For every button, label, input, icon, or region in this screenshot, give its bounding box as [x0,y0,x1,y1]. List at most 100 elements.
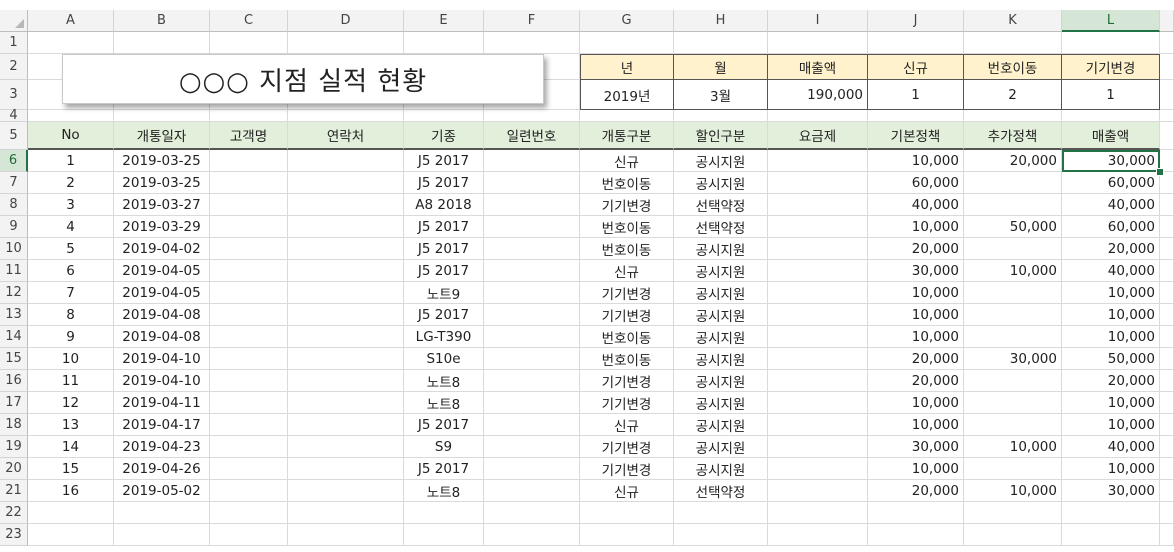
row-header-14[interactable]: 14 [0,326,28,348]
table-cell[interactable]: 20,000 [868,480,964,502]
table-cell[interactable]: 50,000 [1062,348,1160,370]
table-cell[interactable]: 50,000 [964,216,1062,238]
cell[interactable] [28,32,114,54]
table-cell[interactable]: 번호이동 [580,238,674,260]
table-cell[interactable]: 기기변경 [580,392,674,414]
table-cell[interactable]: 10,000 [868,458,964,480]
select-all-corner[interactable] [0,10,28,32]
table-cell[interactable]: 기기변경 [580,282,674,304]
cell[interactable] [1062,524,1160,546]
cell[interactable] [580,524,674,546]
table-cell[interactable] [210,304,288,326]
cell[interactable] [288,32,404,54]
table-cell[interactable] [484,172,580,194]
table-cell[interactable]: 60,000 [1062,172,1160,194]
table-cell[interactable]: 60,000 [1062,216,1160,238]
table-cell[interactable]: 번호이동 [580,326,674,348]
table-cell[interactable] [768,458,868,480]
table-cell[interactable]: 20,000 [868,348,964,370]
row-header-16[interactable]: 16 [0,370,28,392]
table-cell[interactable]: 공시지원 [674,260,768,282]
table-cell[interactable]: 10,000 [1062,392,1160,414]
cell[interactable] [580,502,674,524]
table-cell[interactable]: 공시지원 [674,458,768,480]
table-cell[interactable] [768,370,868,392]
row-header-17[interactable]: 17 [0,392,28,414]
table-cell[interactable] [484,480,580,502]
table-cell[interactable]: 40,000 [1062,436,1160,458]
table-cell[interactable] [210,260,288,282]
table-cell[interactable] [484,282,580,304]
table-cell[interactable]: 20,000 [1062,238,1160,260]
table-cell[interactable]: 30,000 [1062,480,1160,502]
cell[interactable] [964,524,1062,546]
table-cell[interactable]: 10 [28,348,114,370]
table-cell[interactable] [288,414,404,436]
table-cell[interactable] [964,304,1062,326]
table-cell[interactable]: J5 2017 [404,238,484,260]
table-cell[interactable]: 1 [28,150,114,172]
row-header-7[interactable]: 7 [0,172,28,194]
table-cell[interactable] [768,282,868,304]
table-cell[interactable]: 2019-04-11 [114,392,210,414]
table-cell[interactable] [964,458,1062,480]
summary-value-cell[interactable]: 190,000 [768,80,868,110]
table-cell[interactable]: 10,000 [868,216,964,238]
cell[interactable] [114,524,210,546]
table-cell[interactable] [484,216,580,238]
column-header-g[interactable]: G [580,10,674,32]
table-cell[interactable]: J5 2017 [404,216,484,238]
table-cell[interactable] [288,436,404,458]
table-cell[interactable] [964,392,1062,414]
cell[interactable] [114,502,210,524]
table-cell[interactable]: 공시지원 [674,436,768,458]
table-cell[interactable]: 노트8 [404,370,484,392]
table-cell[interactable]: 번호이동 [580,172,674,194]
table-cell[interactable] [288,282,404,304]
table-cell[interactable]: 노트9 [404,282,484,304]
table-cell[interactable] [210,150,288,172]
cell[interactable] [404,524,484,546]
table-cell[interactable] [768,392,868,414]
table-cell[interactable] [768,216,868,238]
table-cell[interactable] [768,172,868,194]
table-cell[interactable]: J5 2017 [404,150,484,172]
table-cell[interactable]: 2019-04-05 [114,260,210,282]
table-cell[interactable] [484,392,580,414]
cell[interactable] [1062,32,1160,54]
table-cell[interactable]: 40,000 [1062,260,1160,282]
cell[interactable] [210,32,288,54]
table-cell[interactable]: 6 [28,260,114,282]
table-cell[interactable]: 15 [28,458,114,480]
table-cell[interactable]: 2019-04-08 [114,326,210,348]
table-cell[interactable] [768,238,868,260]
table-cell[interactable] [768,326,868,348]
table-cell[interactable]: 10,000 [964,436,1062,458]
table-cell[interactable] [768,414,868,436]
cell[interactable] [964,32,1062,54]
table-cell[interactable]: 신규 [580,414,674,436]
row-header-10[interactable]: 10 [0,238,28,260]
table-cell[interactable]: 2019-03-29 [114,216,210,238]
table-cell[interactable] [210,370,288,392]
table-cell[interactable] [484,304,580,326]
table-cell[interactable]: 20,000 [1062,370,1160,392]
summary-value-cell[interactable]: 1 [1062,80,1160,110]
table-cell[interactable]: 13 [28,414,114,436]
table-cell[interactable] [288,238,404,260]
column-header-c[interactable]: C [210,10,288,32]
table-cell[interactable]: 2019-04-05 [114,282,210,304]
table-cell[interactable]: 공시지원 [674,304,768,326]
table-cell[interactable]: 3 [28,194,114,216]
cell[interactable] [28,110,114,122]
table-cell[interactable]: 7 [28,282,114,304]
column-header-d[interactable]: D [288,10,404,32]
table-cell[interactable]: 공시지원 [674,348,768,370]
table-cell[interactable] [210,326,288,348]
column-header-b[interactable]: B [114,10,210,32]
table-cell[interactable] [288,326,404,348]
cell[interactable] [484,524,580,546]
table-cell[interactable] [484,150,580,172]
table-cell[interactable]: 10,000 [868,304,964,326]
cell[interactable] [868,110,964,122]
